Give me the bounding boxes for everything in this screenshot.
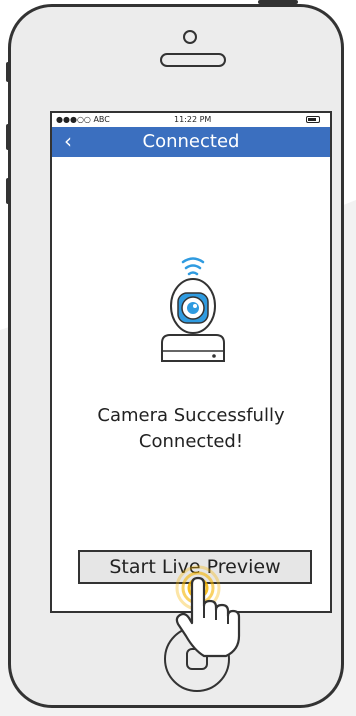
earpiece-speaker	[160, 53, 226, 67]
success-message: Camera Successfully Connected!	[52, 403, 330, 455]
volume-down-button	[6, 178, 10, 204]
app-screen: ●●●○○ ABC 11:22 PM ‹ Connected Camera Su…	[50, 111, 332, 613]
navigation-bar: ‹ Connected	[52, 127, 330, 157]
volume-up-button	[6, 124, 10, 150]
message-line-2: Connected!	[138, 431, 244, 452]
front-camera	[183, 30, 197, 44]
power-button	[258, 0, 298, 4]
tap-hand-icon	[175, 565, 241, 658]
camera-wifi-icon	[161, 257, 225, 362]
battery-icon	[306, 116, 320, 123]
silent-switch	[6, 62, 10, 82]
clock: 11:22 PM	[174, 115, 212, 124]
page-title: Connected	[142, 131, 240, 152]
carrier-label: ●●●○○ ABC	[56, 115, 110, 124]
message-line-1: Camera Successfully	[97, 405, 285, 426]
status-bar: ●●●○○ ABC 11:22 PM	[52, 113, 330, 127]
